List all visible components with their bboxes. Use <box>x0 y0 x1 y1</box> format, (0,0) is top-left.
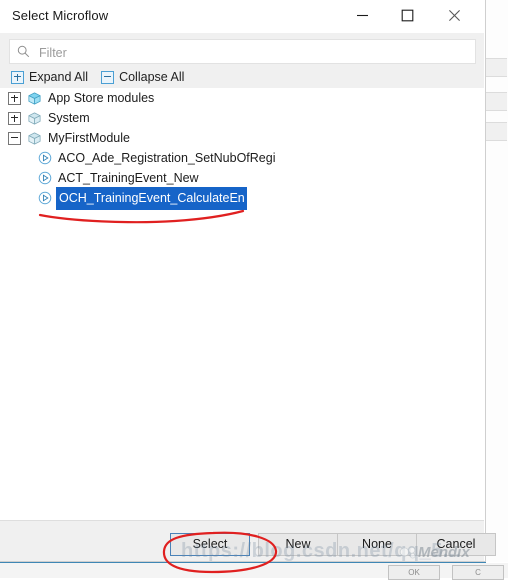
minimize-icon <box>357 14 368 17</box>
background-list-row <box>485 58 507 77</box>
module-cube-icon <box>28 112 41 124</box>
tree-item-microflow[interactable]: ACT_TrainingEvent_New <box>0 168 484 188</box>
cancel-button[interactable]: Cancel <box>416 533 496 556</box>
expand-collapse-row: Expand All Collapse All <box>11 69 184 85</box>
tree-item-microflow-selected[interactable]: OCH_TrainingEvent_CalculateEn <box>0 186 484 210</box>
tree-node-label: System <box>48 111 90 125</box>
background-list-row <box>485 122 507 141</box>
dialog-title-bar: Select Microflow <box>0 0 485 33</box>
select-button[interactable]: Select <box>170 533 250 556</box>
microflow-tree[interactable]: App Store modules System MyFirstModule A… <box>0 88 484 520</box>
microflow-icon <box>38 151 52 165</box>
collapse-toggle-icon[interactable] <box>8 131 21 145</box>
close-icon <box>449 10 460 21</box>
select-microflow-dialog: Select Microflow Filter Expand All Colla… <box>0 0 496 562</box>
plus-box-icon <box>11 70 24 84</box>
tree-item-label: OCH_TrainingEvent_CalculateEn <box>56 186 247 210</box>
microflow-icon <box>38 191 52 205</box>
tree-item-label: ACO_Ade_Registration_SetNubOfRegi <box>58 151 276 165</box>
background-right-panel <box>483 0 508 562</box>
module-cube-icon <box>28 132 41 144</box>
expand-all-label: Expand All <box>29 70 89 84</box>
maximize-icon <box>401 9 414 22</box>
minus-box-icon <box>101 70 115 84</box>
maximize-button[interactable] <box>385 0 430 31</box>
filter-toolbar: Expand All Collapse All <box>0 33 484 88</box>
collapse-all-button[interactable]: Collapse All <box>101 70 184 84</box>
dialog-title: Select Microflow <box>12 8 109 23</box>
new-button[interactable]: New <box>258 533 338 556</box>
search-icon <box>17 45 30 58</box>
filter-input[interactable] <box>37 40 473 65</box>
tree-item-label: ACT_TrainingEvent_New <box>58 171 199 185</box>
dialog-footer: Select New None Cancel <box>0 520 496 561</box>
microflow-icon <box>38 171 52 185</box>
expand-toggle-icon[interactable] <box>8 111 21 125</box>
background-list-row <box>485 92 507 111</box>
tree-node-app-store-modules[interactable]: App Store modules <box>0 88 484 108</box>
collapse-all-label: Collapse All <box>119 70 185 84</box>
tree-item-microflow[interactable]: ACO_Ade_Registration_SetNubOfRegi <box>0 148 484 168</box>
none-button[interactable]: None <box>337 533 417 556</box>
filter-field-container[interactable] <box>9 39 476 65</box>
tree-node-myfirstmodule[interactable]: MyFirstModule <box>0 128 484 148</box>
expand-all-button[interactable]: Expand All <box>11 70 88 84</box>
tree-node-label: App Store modules <box>48 91 155 105</box>
tree-node-system[interactable]: System <box>0 108 484 128</box>
tree-node-label: MyFirstModule <box>48 131 130 145</box>
expand-toggle-icon[interactable] <box>8 91 21 105</box>
minimize-button[interactable] <box>340 0 385 31</box>
module-cube-icon <box>28 92 41 104</box>
close-button[interactable] <box>432 0 477 31</box>
